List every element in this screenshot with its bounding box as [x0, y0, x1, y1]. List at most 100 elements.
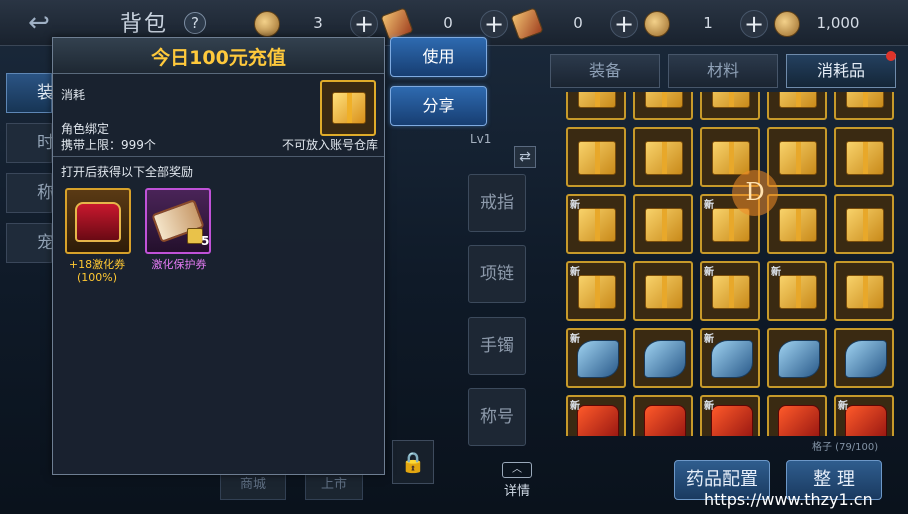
share-button[interactable]: 分享 [390, 86, 487, 126]
gift-box-icon [779, 141, 817, 175]
back-arrow-icon[interactable]: ↩ [14, 8, 64, 38]
gift-box-icon [578, 92, 616, 108]
gift-box-icon [712, 92, 750, 108]
add-currency-button[interactable]: + [350, 10, 378, 38]
armor-icon [577, 405, 619, 436]
inventory-slot[interactable]: 新 [700, 328, 760, 388]
inventory-slot[interactable] [633, 127, 693, 187]
new-badge: 新 [704, 334, 714, 345]
tab-consumables[interactable]: 消耗品 [786, 54, 896, 88]
new-badge: 新 [704, 401, 714, 412]
inventory-slot[interactable] [633, 194, 693, 254]
locked-scroll-icon [510, 7, 544, 41]
add-currency-button[interactable]: + [610, 10, 638, 38]
currency-value: 0 [443, 14, 453, 32]
reward-item[interactable]: 5 [145, 188, 211, 254]
wing-icon [644, 340, 686, 378]
new-badge: 新 [570, 401, 580, 412]
inventory-slot[interactable] [834, 261, 894, 321]
inventory-slot[interactable] [767, 92, 827, 120]
inventory-slot[interactable] [767, 127, 827, 187]
reward-header: 打开后获得以下全部奖励 [61, 165, 194, 179]
add-currency-button[interactable]: + [740, 10, 768, 38]
new-badge: 新 [570, 200, 580, 211]
floating-badge[interactable]: D [732, 170, 778, 216]
menu-item-title[interactable]: 称 [6, 173, 54, 213]
inventory-slot[interactable]: 新 [700, 395, 760, 436]
inventory-slot[interactable] [566, 92, 626, 120]
use-button[interactable]: 使用 [390, 37, 487, 77]
inventory-slot[interactable] [633, 395, 693, 436]
help-icon[interactable]: ? [184, 12, 206, 34]
equip-level: Lv1 [470, 132, 492, 146]
new-badge: 新 [704, 200, 714, 211]
inventory-slot[interactable] [834, 127, 894, 187]
slot-title[interactable]: 称号 [468, 388, 526, 446]
gift-box-icon [645, 275, 683, 309]
detail-button[interactable]: ︿ 详情 [497, 462, 537, 504]
reward-count: 5 [201, 234, 210, 248]
gift-box-icon [846, 92, 884, 108]
inventory-slot[interactable] [633, 328, 693, 388]
wing-icon [845, 340, 887, 378]
new-badge: 新 [838, 401, 848, 412]
gift-box-icon [578, 208, 616, 242]
storage-note: 不可放入账号仓库 [281, 138, 378, 152]
gift-box-icon [320, 80, 376, 136]
gift-box-icon [846, 275, 884, 309]
inventory-slot[interactable] [834, 92, 894, 120]
wing-icon [711, 340, 753, 378]
inventory-slot[interactable]: 新 [767, 261, 827, 321]
currency-value: 0 [573, 14, 583, 32]
inventory-slot[interactable]: 新 [566, 194, 626, 254]
menu-item-fashion[interactable]: 时 [6, 123, 54, 163]
lock-icon[interactable]: 🔒 [392, 440, 434, 484]
reward-item[interactable] [65, 188, 131, 254]
detail-label: 详情 [503, 484, 530, 499]
wing-icon [577, 340, 619, 378]
reward-name: +18激化券(100%) [68, 258, 126, 284]
inventory-slot[interactable] [767, 395, 827, 436]
slot-bracelet[interactable]: 手镯 [468, 317, 526, 375]
gift-box-icon [712, 275, 750, 309]
inventory-slot[interactable]: 新 [700, 261, 760, 321]
inventory-slot[interactable]: 新 [566, 395, 626, 436]
inventory-slot[interactable] [633, 92, 693, 120]
armor-icon [644, 405, 686, 436]
tab-materials[interactable]: 材料 [668, 54, 778, 88]
inventory-slot[interactable]: 新 [834, 395, 894, 436]
slot-count: 格子 (79/100) [812, 442, 879, 453]
slot-necklace[interactable]: 项链 [468, 245, 526, 303]
inventory-slot[interactable] [633, 261, 693, 321]
popup-header: 今日100元充值 [53, 38, 384, 74]
chevron-up-icon: ︿ [502, 462, 532, 478]
scroll-ticket-icon [380, 7, 414, 41]
slot-ring[interactable]: 戒指 [468, 174, 526, 232]
inventory-slot[interactable] [566, 127, 626, 187]
menu-item-pet[interactable]: 宠 [6, 223, 54, 263]
gold-coin-icon [254, 11, 280, 37]
watermark: https://www.thzy1.cn [704, 490, 873, 509]
inventory-slot[interactable] [767, 328, 827, 388]
currency-value: 3 [313, 14, 323, 32]
tab-equipment[interactable]: 装备 [550, 54, 660, 88]
gift-box-icon [846, 141, 884, 175]
armor-icon [778, 405, 820, 436]
inventory-slot[interactable] [834, 328, 894, 388]
add-currency-button[interactable]: + [480, 10, 508, 38]
coin-icon [644, 11, 670, 37]
inventory-slot[interactable] [767, 194, 827, 254]
menu-item-equipment[interactable]: 装 [6, 73, 54, 113]
inventory-slot[interactable] [700, 92, 760, 120]
armor-icon [711, 405, 753, 436]
popup-title: 今日100元充值 [151, 47, 286, 69]
swap-icon[interactable]: ⇄ [514, 146, 536, 168]
gift-box-icon [645, 92, 683, 108]
inventory-slot[interactable]: 新 [566, 328, 626, 388]
divider [53, 156, 384, 157]
inventory-slot[interactable]: 新 [566, 261, 626, 321]
add-currency-button[interactable] [872, 10, 884, 38]
inventory-slot[interactable] [834, 194, 894, 254]
inventory-tabs: 装备 材料 消耗品 [550, 54, 900, 88]
gift-box-icon [645, 141, 683, 175]
